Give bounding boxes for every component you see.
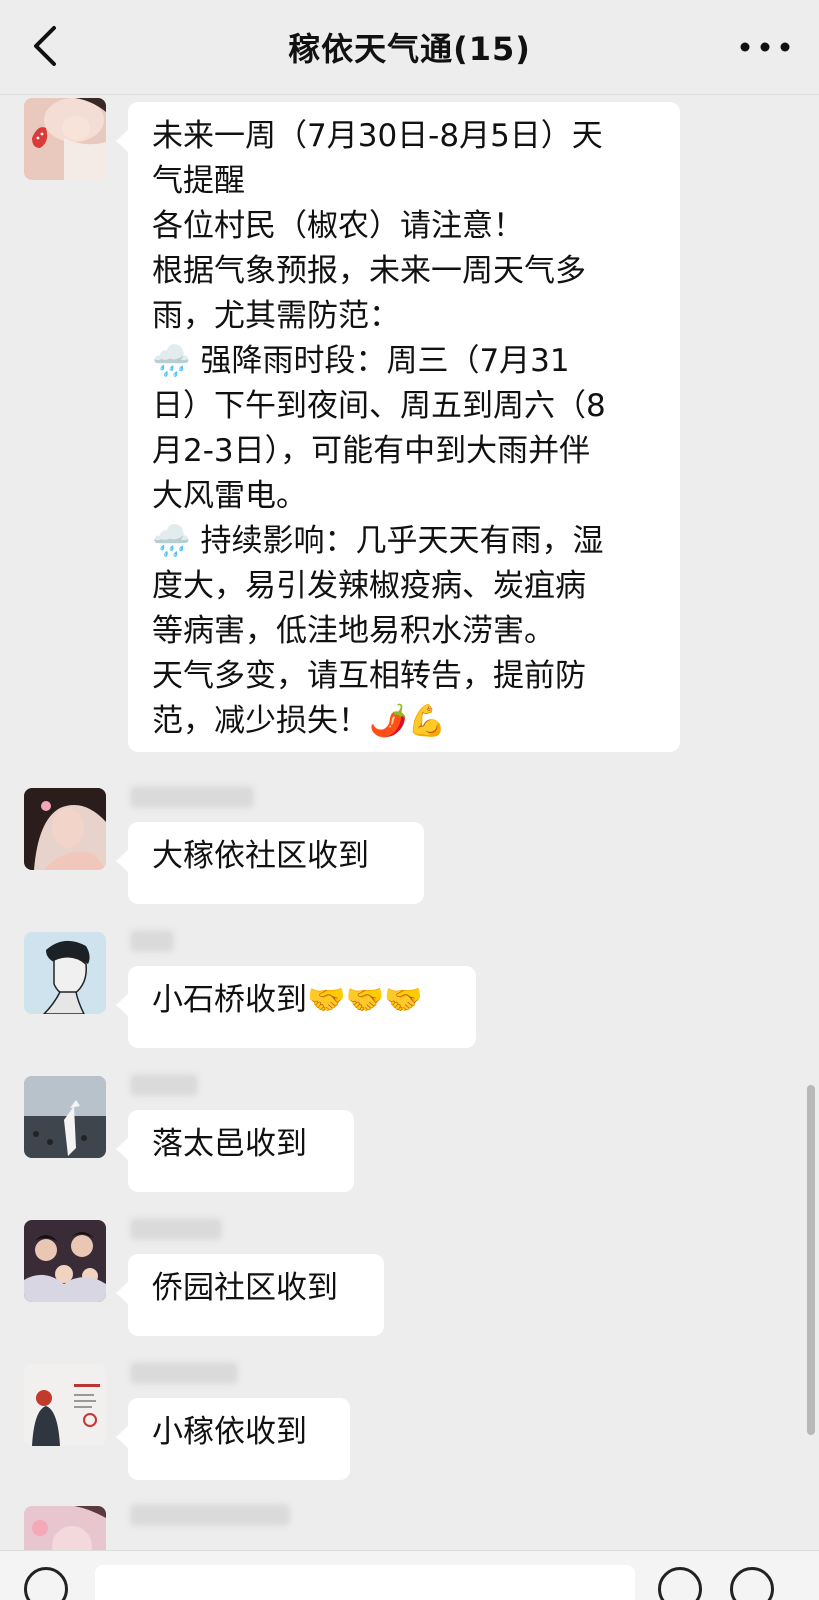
- sender-name-redacted: [130, 1218, 222, 1240]
- message-text: 大稼依社区收到: [152, 838, 369, 874]
- avatar[interactable]: [24, 1076, 106, 1158]
- avatar[interactable]: [24, 98, 106, 180]
- message-line: 等病害，低洼地易积水涝害。: [152, 613, 555, 649]
- message-bubble[interactable]: 落太邑收到: [116, 1110, 354, 1192]
- message-line: 大风雷电。: [152, 478, 307, 514]
- scrollbar[interactable]: [807, 1085, 815, 1435]
- user-avatar-icon: [24, 788, 106, 870]
- message-text: 小稼依收到: [152, 1414, 307, 1450]
- user-avatar-icon: [24, 932, 106, 1014]
- user-avatar-icon: [24, 98, 106, 180]
- sender-name-redacted: [130, 930, 174, 952]
- message-line: 天气多变，请互相转告，提前防: [152, 658, 586, 694]
- user-avatar-icon: [24, 1364, 106, 1446]
- message-line: 🌧️ 持续影响：几乎天天有雨，湿: [152, 523, 604, 559]
- sender-name-redacted: [130, 786, 254, 808]
- avatar[interactable]: [24, 932, 106, 1014]
- sender-name-redacted: [130, 1362, 238, 1384]
- message-input[interactable]: [95, 1565, 635, 1600]
- message-bubble[interactable]: 侨园社区收到: [116, 1254, 384, 1336]
- user-avatar-icon: [24, 1220, 106, 1302]
- message-line: 雨，尤其需防范：: [152, 298, 400, 334]
- message-line: 未来一周（7月30日-8月5日）天: [152, 118, 603, 154]
- input-bar: [0, 1550, 819, 1600]
- avatar[interactable]: [24, 1364, 106, 1446]
- emoji-icon[interactable]: [658, 1567, 702, 1600]
- more-button[interactable]: [735, 30, 795, 64]
- user-avatar-icon: [24, 1076, 106, 1158]
- chat-screen: 稼依天气通(15) 未来一周（7月30日-8月5日）天 气提醒 各位村民（椒农）…: [0, 0, 819, 1600]
- message-line: 各位村民（椒农）请注意！: [152, 208, 524, 244]
- plus-icon[interactable]: [730, 1567, 774, 1600]
- message-line: 根据气象预报，未来一周天气多: [152, 253, 586, 289]
- message-line: 🌧️ 强降雨时段：周三（7月31: [152, 343, 570, 379]
- message-line: 气提醒: [152, 163, 245, 199]
- message-bubble[interactable]: 小石桥收到🤝🤝🤝: [116, 966, 476, 1048]
- chat-title: 稼依天气通(15): [288, 30, 531, 68]
- more-dots-icon: [740, 42, 790, 52]
- message-text: 侨园社区收到: [152, 1270, 338, 1306]
- message-line: 日）下午到夜间、周五到周六（8: [152, 388, 606, 424]
- sender-name-redacted: [130, 1074, 198, 1096]
- message-bubble[interactable]: 大稼依社区收到: [116, 822, 424, 904]
- chat-header: 稼依天气通(15): [0, 0, 819, 95]
- message-bubble[interactable]: 未来一周（7月30日-8月5日）天 气提醒 各位村民（椒农）请注意！ 根据气象预…: [116, 102, 680, 752]
- voice-icon[interactable]: [24, 1567, 68, 1600]
- avatar[interactable]: [24, 788, 106, 870]
- message-text: 小石桥收到🤝🤝🤝: [152, 982, 423, 1018]
- sender-name-redacted: [130, 1504, 290, 1526]
- message-line: 月2-3日），可能有中到大雨并伴: [152, 433, 591, 469]
- avatar[interactable]: [24, 1220, 106, 1302]
- message-text: 落太邑收到: [152, 1126, 307, 1162]
- message-line: 度大，易引发辣椒疫病、炭疽病: [152, 568, 586, 604]
- message-line: 范，减少损失！🌶️💪: [152, 703, 447, 739]
- message-bubble[interactable]: 小稼依收到: [116, 1398, 350, 1480]
